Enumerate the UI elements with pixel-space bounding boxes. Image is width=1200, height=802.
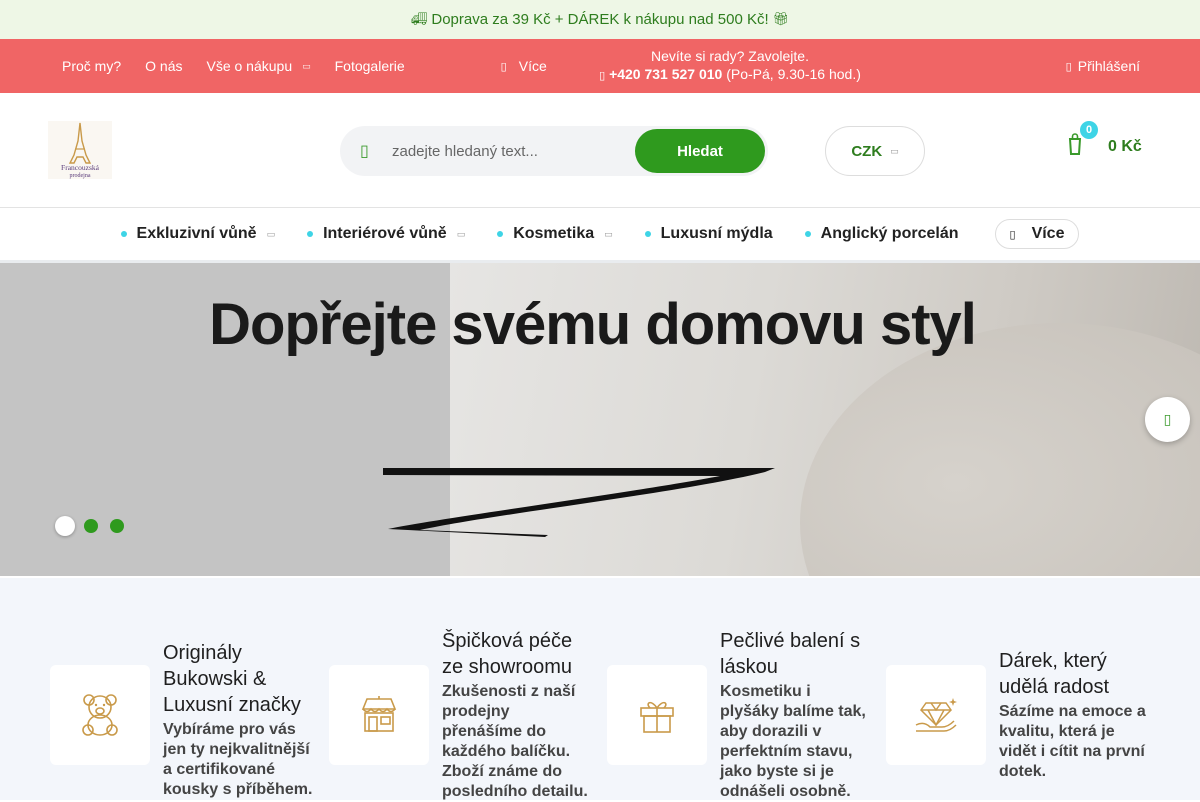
category-label: Exkluzivní vůně xyxy=(136,225,257,242)
feature-text: Dárek, který udělá radost Sázíme na emoc… xyxy=(999,648,1149,782)
chevron-down-icon: ▭ xyxy=(890,145,899,156)
slider-dot-2[interactable] xyxy=(84,519,98,533)
logo[interactable]: Francouzská prodejna xyxy=(48,121,112,179)
topnav-item-fotogalerie[interactable]: Fotogalerie xyxy=(335,58,405,74)
help-line: Nevíte si rady? Zavolejte. xyxy=(651,48,809,64)
top-nav: Proč my? O nás Vše o nákupu ▭ Fotogalerie… xyxy=(62,58,571,74)
category-more-label: Více xyxy=(1031,225,1065,242)
main-header: Francouzská prodejna ▯ Hledat CZK ▭ 0 0 … xyxy=(0,93,1200,208)
bullet-icon xyxy=(497,231,504,237)
promo-text: Doprava za 39 Kč + DÁREK k nákupu nad 50… xyxy=(431,11,769,28)
feature-text: Pečlivé balení s láskou Kosmetiku i plyš… xyxy=(720,628,870,802)
topnav-label: Vše o nákupu xyxy=(206,58,293,74)
search-bar: ▯ Hledat xyxy=(340,126,768,176)
feature-icon-box xyxy=(329,665,429,765)
topnav-more-label: Více xyxy=(518,58,547,74)
login-link[interactable]: ▯ Přihlášení xyxy=(1066,58,1140,74)
gift-icon xyxy=(640,701,674,733)
slider-next-button[interactable]: ▯ xyxy=(1145,397,1190,442)
feature-title: Originály Bukowski & Luxusní značky xyxy=(163,642,301,716)
menu-icon: ▯ xyxy=(500,60,507,73)
currency-select[interactable]: CZK ▭ xyxy=(825,126,925,176)
feature-item: Dárek, který udělá radost Sázíme na emoc… xyxy=(886,648,1149,782)
category-label: Interiérové vůně xyxy=(323,225,447,242)
feature-title: Dárek, který udělá radost xyxy=(999,650,1110,698)
category-kosmetika[interactable]: Kosmetika ▭ xyxy=(497,225,613,243)
slider-dots xyxy=(55,516,136,536)
category-label: Kosmetika xyxy=(513,225,595,242)
feature-icon-box xyxy=(886,665,986,765)
hero-title: Dopřejte svému domovu styl xyxy=(209,292,977,357)
phone-line: ▯ +420 731 527 010 (Po-Pá, 9.30-16 hod.) xyxy=(590,65,870,85)
hero-swoosh-graphic xyxy=(383,468,775,537)
bullet-icon xyxy=(644,231,651,237)
feature-icon-box xyxy=(50,665,150,765)
teddy-bear-icon xyxy=(82,694,118,736)
slider-dot-1[interactable] xyxy=(55,516,75,536)
cart-count-badge: 0 xyxy=(1080,121,1098,139)
shop-icon xyxy=(361,696,397,732)
category-interierove-vune[interactable]: Interiérové vůně ▭ xyxy=(307,225,465,243)
feature-item: Originály Bukowski & Luxusní značky Vybí… xyxy=(50,640,313,800)
topnav-item-proc-my[interactable]: Proč my? xyxy=(62,58,121,74)
topnav-label: O nás xyxy=(145,58,183,74)
topnav-more-button[interactable]: ▯ Více xyxy=(405,58,547,74)
phone-link[interactable]: +420 731 527 010 xyxy=(609,66,722,82)
category-more-button[interactable]: ▯ Více xyxy=(994,219,1080,249)
diamond-hand-icon xyxy=(915,698,957,732)
user-icon: ▯ xyxy=(1065,60,1072,73)
feature-title: Pečlivé balení s láskou xyxy=(720,630,861,678)
features-section: Originály Bukowski & Luxusní značky Vybí… xyxy=(0,578,1200,800)
cart-icon: 0 xyxy=(1068,121,1098,161)
phone-help: Nevíte si rady? Zavolejte. ▯ +420 731 52… xyxy=(590,47,870,85)
category-nav: Exkluzivní vůně ▭ Interiérové vůně ▭ Kosme… xyxy=(0,208,1200,263)
search-button[interactable]: Hledat xyxy=(635,129,765,173)
promo-bar: 🚚︎ Doprava za 39 Kč + DÁREK k nákupu nad… xyxy=(0,0,1200,39)
feature-title: Špičková péče ze showroomu xyxy=(442,630,573,678)
phone-icon: ▯ xyxy=(599,70,606,82)
chevron-down-icon: ▭ xyxy=(266,228,276,239)
chevron-down-icon: ▭ xyxy=(456,228,466,239)
bullet-icon xyxy=(307,231,314,237)
truck-icon: 🚚︎ xyxy=(410,12,428,27)
chevron-down-icon: ▭ xyxy=(302,60,311,71)
topnav-label: Fotogalerie xyxy=(334,58,405,74)
category-exkluzivni-vune[interactable]: Exkluzivní vůně ▭ xyxy=(120,225,276,243)
feature-text: Originály Bukowski & Luxusní značky Vybí… xyxy=(163,640,313,800)
category-anglicky-porcelan[interactable]: Anglický porcelán xyxy=(804,225,959,243)
category-label: Anglický porcelán xyxy=(820,225,959,242)
feature-description: Zkušenosti z naší prodejny přenášíme do … xyxy=(442,683,588,800)
feature-description: Sázíme na emoce a kvalitu, která je vidě… xyxy=(999,703,1146,780)
slider-dot-3[interactable] xyxy=(110,519,124,533)
chevron-down-icon: ▭ xyxy=(604,228,613,239)
top-bar: Proč my? O nás Vše o nákupu ▭ Fotogalerie… xyxy=(0,39,1200,93)
cart-button[interactable]: 0 0 Kč xyxy=(1068,121,1142,161)
gift-small-icon: 🎁︎ xyxy=(772,12,790,27)
category-luxusni-mydla[interactable]: Luxusní mýdla xyxy=(644,225,773,243)
topnav-item-o-nas[interactable]: O nás xyxy=(145,58,182,74)
topnav-label: Proč my? xyxy=(62,58,122,74)
cart-amount: 0 Kč xyxy=(1108,138,1142,155)
feature-text: Špičková péče ze showroomu Zkušenosti z … xyxy=(442,628,592,802)
category-label: Luxusní mýdla xyxy=(660,225,773,242)
search-input[interactable] xyxy=(392,142,635,160)
chevron-right-icon: ▯ xyxy=(1163,411,1172,427)
feature-description: Vybíráme pro vás jen ty nejkvalitnější a… xyxy=(163,721,313,798)
feature-item: Špičková péče ze showroomu Zkušenosti z … xyxy=(329,628,592,802)
currency-value: CZK xyxy=(851,142,883,160)
logo-text-2: prodejna xyxy=(70,173,91,179)
feature-description: Kosmetiku i plyšáky balíme tak, aby dora… xyxy=(720,683,866,800)
feature-icon-box xyxy=(607,665,707,765)
bullet-icon xyxy=(120,231,127,237)
phone-hours: (Po-Pá, 9.30-16 hod.) xyxy=(726,66,861,82)
logo-text-1: Francouzská xyxy=(61,163,100,172)
bullet-icon xyxy=(804,231,811,237)
hero-slider: Dopřejte svému domovu styl ▯ xyxy=(0,263,1200,576)
feature-item: Pečlivé balení s láskou Kosmetiku i plyš… xyxy=(607,628,870,802)
topnav-item-vse-o-nakupu[interactable]: Vše o nákupu ▭ xyxy=(206,58,310,74)
eiffel-logo-icon: Francouzská prodejna xyxy=(48,121,112,179)
search-icon[interactable]: ▯ xyxy=(360,141,376,161)
menu-icon: ▯ xyxy=(1009,228,1016,241)
login-label: Přihlášení xyxy=(1077,58,1140,74)
